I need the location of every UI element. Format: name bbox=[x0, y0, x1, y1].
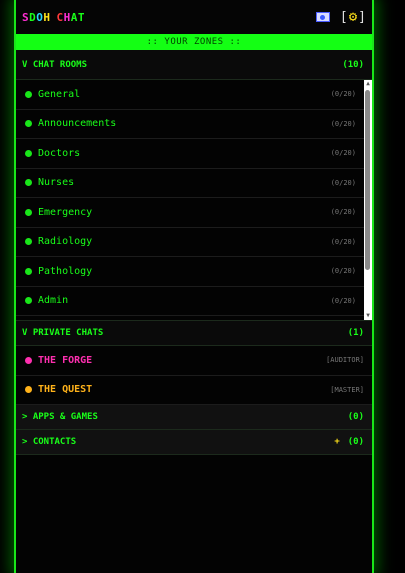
chat-room-item[interactable]: Emergency (0/20) bbox=[16, 198, 372, 228]
scrollbar-thumb[interactable] bbox=[365, 90, 370, 270]
contacts-count-wrap: + (0) bbox=[334, 437, 364, 447]
chat-room-item[interactable]: General (0/20) bbox=[16, 80, 372, 110]
apps-games-title: > APPS & GAMES bbox=[22, 412, 98, 422]
top-bar: SDOH CHAT [ ⚙ ] bbox=[16, 0, 372, 34]
chat-room-left: Admin bbox=[25, 295, 68, 306]
contacts-header[interactable]: > CONTACTS + (0) bbox=[16, 430, 372, 455]
chat-rooms-title: V CHAT ROOMS bbox=[22, 59, 88, 70]
chat-room-label: Emergency bbox=[38, 206, 93, 218]
zones-banner: :: YOUR ZONES :: bbox=[16, 34, 372, 50]
chat-room-occupancy: (0/20) bbox=[330, 90, 356, 99]
title-letter: H bbox=[63, 10, 71, 24]
chat-room-left: Radiology bbox=[25, 236, 92, 247]
chat-room-item[interactable]: Announcements (0/20) bbox=[16, 110, 372, 139]
status-dot-icon bbox=[25, 238, 32, 246]
chat-room-item[interactable]: Admin (0/20) bbox=[16, 287, 372, 316]
chat-room-occupancy: (0/20) bbox=[330, 296, 356, 305]
chat-room-item[interactable]: Doctors (0/20) bbox=[16, 139, 372, 169]
chat-room-left: Pathology bbox=[25, 266, 92, 277]
title-letter: D bbox=[29, 10, 37, 24]
status-dot-icon bbox=[25, 267, 32, 275]
chat-room-item[interactable]: Nurses (0/20) bbox=[16, 169, 372, 198]
private-chats-header[interactable]: V PRIVATE CHATS (1) bbox=[16, 321, 372, 346]
chat-room-label: Admin bbox=[38, 295, 69, 307]
gear-icon: ⚙ bbox=[348, 9, 358, 25]
chat-panel: SDOH CHAT [ ⚙ ] :: YOUR ZONES :: V CHAT … bbox=[14, 0, 374, 573]
top-actions: [ ⚙ ] bbox=[315, 9, 366, 25]
status-dot-icon bbox=[25, 179, 32, 187]
settings-bracket-open: [ bbox=[339, 9, 348, 25]
apps-games-count: (0) bbox=[347, 412, 364, 422]
private-chat-label: THE FORGE bbox=[38, 354, 93, 366]
chat-rooms-scrollbar[interactable]: ▲ ▼ bbox=[364, 80, 372, 320]
private-chats-count: (1) bbox=[347, 328, 364, 338]
chat-room-label: Radiology bbox=[38, 236, 93, 248]
status-dot-icon bbox=[25, 208, 32, 216]
status-dot-icon bbox=[25, 90, 32, 98]
chat-room-occupancy: (0/20) bbox=[330, 149, 356, 158]
chat-room-occupancy: (0/20) bbox=[330, 267, 356, 276]
scroll-up-arrow-icon[interactable]: ▲ bbox=[364, 80, 372, 88]
app-title: SDOH CHAT bbox=[22, 11, 85, 24]
status-dot-icon bbox=[25, 386, 32, 394]
status-dot-icon bbox=[25, 149, 32, 157]
title-letter: O bbox=[36, 10, 44, 24]
status-dot-icon bbox=[25, 120, 32, 128]
private-chat-left: THE QUEST bbox=[25, 384, 92, 395]
chat-room-left: Doctors bbox=[25, 148, 80, 159]
chat-room-occupancy: (0/20) bbox=[330, 208, 356, 217]
private-chat-item[interactable]: THE QUEST [MASTER] bbox=[16, 376, 372, 405]
chat-room-left: Announcements bbox=[25, 118, 116, 129]
status-dot-icon bbox=[25, 297, 32, 305]
settings-button[interactable]: [ ⚙ ] bbox=[340, 9, 366, 25]
contacts-count: (0) bbox=[347, 437, 364, 447]
chat-room-left: General bbox=[25, 89, 80, 100]
chat-rooms-list[interactable]: General (0/20) Announcements (0/20) Doctors (… bbox=[16, 80, 372, 321]
chat-rooms-header[interactable]: V CHAT ROOMS (10) bbox=[16, 50, 372, 80]
chat-room-occupancy: (0/20) bbox=[330, 119, 356, 128]
apps-games-header[interactable]: > APPS & GAMES (0) bbox=[16, 405, 372, 430]
chat-room-label: General bbox=[38, 88, 81, 100]
chat-room-left: Nurses bbox=[25, 177, 74, 188]
add-contact-plus-icon[interactable]: + bbox=[334, 437, 339, 447]
scroll-down-arrow-icon[interactable]: ▼ bbox=[364, 312, 372, 320]
language-flag-icon[interactable] bbox=[315, 12, 330, 22]
title-letter: T bbox=[77, 10, 85, 24]
chat-room-occupancy: (0/20) bbox=[330, 178, 356, 187]
status-dot-icon bbox=[25, 356, 32, 364]
chat-room-label: Announcements bbox=[38, 118, 117, 130]
chat-room-item[interactable]: Radiology (0/20) bbox=[16, 228, 372, 257]
chat-rooms-count: (10) bbox=[342, 59, 364, 70]
title-letter: C bbox=[56, 10, 64, 24]
chat-room-label: Nurses bbox=[38, 177, 75, 189]
chat-room-left: Emergency bbox=[25, 207, 92, 218]
private-chat-role: [AUDITOR] bbox=[326, 356, 364, 365]
private-chat-role: [MASTER] bbox=[330, 385, 364, 394]
private-chat-left: THE FORGE bbox=[25, 355, 92, 366]
contacts-title: > CONTACTS bbox=[22, 437, 77, 447]
chat-room-label: Doctors bbox=[38, 147, 81, 159]
private-chat-label: THE QUEST bbox=[38, 384, 93, 396]
title-letter: H bbox=[43, 10, 51, 24]
title-letter: A bbox=[70, 10, 78, 24]
chat-room-label: Pathology bbox=[38, 265, 93, 277]
private-chats-title: V PRIVATE CHATS bbox=[22, 328, 104, 338]
settings-bracket-close: ] bbox=[358, 9, 366, 25]
chat-room-item[interactable]: Pathology (0/20) bbox=[16, 257, 372, 287]
chat-room-occupancy: (0/20) bbox=[330, 237, 356, 246]
title-letter: S bbox=[22, 10, 30, 24]
private-chat-item[interactable]: THE FORGE [AUDITOR] bbox=[16, 346, 372, 376]
